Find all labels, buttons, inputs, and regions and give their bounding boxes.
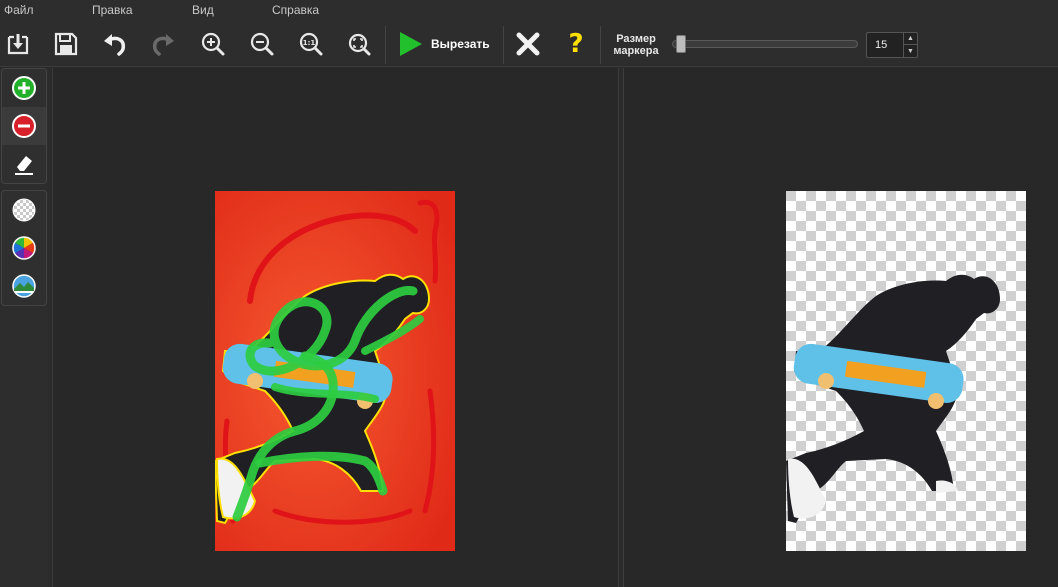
menu-edit[interactable]: Правка bbox=[92, 3, 133, 17]
svg-text:1:1: 1:1 bbox=[303, 39, 316, 47]
toolbar: 1:1 Вырезать ? Размер маркера 15 ▲ ▼ bbox=[0, 22, 1058, 67]
marker-size-value[interactable]: 15 bbox=[875, 39, 887, 51]
image-background-button[interactable] bbox=[2, 267, 46, 305]
cancel-button[interactable] bbox=[512, 28, 544, 60]
help-icon: ? bbox=[568, 29, 584, 59]
spin-up-button[interactable]: ▲ bbox=[903, 33, 917, 45]
source-canvas[interactable] bbox=[52, 68, 618, 587]
zoom-out-button[interactable] bbox=[246, 28, 278, 60]
result-canvas[interactable] bbox=[624, 68, 1058, 587]
help-button[interactable]: ? bbox=[560, 28, 592, 60]
spin-down-button[interactable]: ▼ bbox=[903, 45, 917, 57]
eraser-icon bbox=[15, 156, 33, 175]
cut-button-label: Вырезать bbox=[431, 37, 490, 51]
redo-button[interactable] bbox=[147, 28, 179, 60]
plus-circle-icon bbox=[12, 76, 36, 100]
undo-icon bbox=[104, 34, 126, 56]
toolbar-separator bbox=[600, 26, 601, 64]
save-icon bbox=[54, 32, 78, 56]
menu-file[interactable]: Файл bbox=[4, 3, 34, 17]
play-icon bbox=[400, 32, 422, 56]
tool-sidebar bbox=[0, 68, 48, 587]
save-button[interactable] bbox=[50, 28, 82, 60]
zoom-in-button[interactable] bbox=[197, 28, 229, 60]
redo-icon bbox=[152, 34, 174, 56]
zoom-out-icon bbox=[250, 32, 274, 56]
transparent-background-button[interactable] bbox=[2, 191, 46, 229]
color-background-button[interactable] bbox=[2, 229, 46, 267]
add-marker-button[interactable] bbox=[2, 69, 46, 107]
remove-marker-button[interactable] bbox=[2, 107, 46, 145]
open-button[interactable] bbox=[2, 28, 34, 60]
zoom-actual-size-button[interactable]: 1:1 bbox=[295, 28, 327, 60]
toolbar-separator bbox=[503, 26, 504, 64]
menu-view[interactable]: Вид bbox=[192, 3, 214, 17]
marker-size-label: Размер маркера bbox=[610, 33, 662, 57]
marker-tools-group bbox=[1, 68, 47, 184]
zoom-in-icon bbox=[201, 32, 225, 56]
background-tools-group bbox=[1, 190, 47, 306]
marker-size-spinbox[interactable]: 15 ▲ ▼ bbox=[866, 32, 918, 58]
menu-bar: Файл Правка Вид Справка bbox=[0, 0, 1058, 22]
toolbar-separator bbox=[385, 26, 386, 64]
result-image bbox=[786, 191, 1026, 551]
source-photo bbox=[215, 191, 455, 551]
marker-size-label-line1: Размер bbox=[616, 33, 656, 45]
marker-size-slider[interactable] bbox=[672, 40, 858, 48]
menu-help[interactable]: Справка bbox=[272, 3, 319, 17]
color-wheel-icon bbox=[12, 236, 36, 260]
open-file-icon bbox=[7, 34, 29, 55]
marker-size-slider-thumb[interactable] bbox=[675, 35, 686, 53]
fit-to-window-icon bbox=[348, 33, 371, 56]
eraser-button[interactable] bbox=[2, 145, 46, 183]
fit-to-window-button[interactable] bbox=[343, 28, 375, 60]
zoom-actual-size-icon: 1:1 bbox=[299, 32, 323, 56]
transparent-background-icon bbox=[12, 198, 36, 222]
minus-circle-icon bbox=[12, 114, 36, 138]
marker-size-label-line2: маркера bbox=[613, 45, 659, 57]
undo-button[interactable] bbox=[99, 28, 131, 60]
result-photo bbox=[786, 191, 1026, 551]
landscape-icon bbox=[12, 274, 36, 298]
source-image[interactable] bbox=[215, 191, 455, 551]
cut-button[interactable]: Вырезать bbox=[395, 28, 490, 60]
close-icon bbox=[516, 32, 540, 56]
